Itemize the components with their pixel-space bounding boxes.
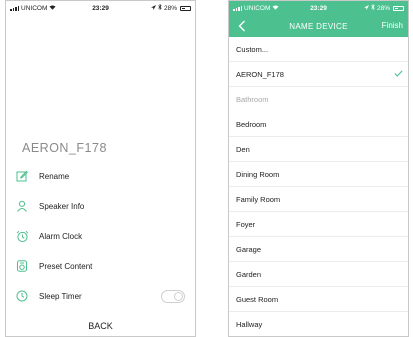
list-item-label: AERON_F178 xyxy=(236,69,284,79)
status-right-group: 28% xyxy=(150,3,191,12)
menu-item-sleep-timer: Sleep Timer xyxy=(6,281,195,311)
location-icon xyxy=(150,4,156,12)
pencil-icon xyxy=(15,169,29,183)
person-icon xyxy=(15,199,29,213)
battery-label: 28% xyxy=(163,4,177,12)
location-icon xyxy=(363,4,369,12)
menu-item-speaker-info[interactable]: Speaker Info xyxy=(6,191,195,221)
name-options-list: Custom... AERON_F178 Bathroom Bedroom De… xyxy=(229,37,408,336)
back-chevron-icon[interactable] xyxy=(235,19,249,33)
device-name-title: AERON_F178 xyxy=(22,141,107,155)
page-title: NAME DEVICE xyxy=(289,21,348,31)
menu-item-label: Speaker Info xyxy=(39,201,85,211)
name-device-screen: UNICOM 23:29 28% NAME DEVICE Finish Cust… xyxy=(228,0,409,337)
signal-icon xyxy=(233,5,242,11)
menu-item-rename[interactable]: Rename xyxy=(6,161,195,191)
menu-item-label: Preset Content xyxy=(39,261,93,271)
menu-item-alarm-clock[interactable]: Alarm Clock xyxy=(6,221,195,251)
alarm-clock-icon xyxy=(15,229,29,243)
list-item-label: Family Room xyxy=(236,194,281,204)
list-item[interactable]: Family Room xyxy=(229,187,408,212)
wifi-icon xyxy=(272,5,279,12)
battery-icon xyxy=(393,5,404,11)
list-item-label: Guest Room xyxy=(236,294,279,304)
sleep-timer-toggle[interactable] xyxy=(161,290,185,303)
list-item-label: Dining Room xyxy=(236,169,280,179)
menu-item-preset-content[interactable]: Preset Content xyxy=(6,251,195,281)
list-item-selected[interactable]: AERON_F178 xyxy=(229,62,408,87)
toggle-knob xyxy=(174,292,183,301)
list-item-label: Garden xyxy=(236,269,262,279)
list-item[interactable]: Dining Room xyxy=(229,162,408,187)
list-item[interactable]: Bedroom xyxy=(229,112,408,137)
list-item[interactable]: Garden xyxy=(229,262,408,287)
list-item[interactable]: Hallway xyxy=(229,312,408,336)
status-carrier-group: UNICOM xyxy=(10,5,56,12)
list-item[interactable]: Garage xyxy=(229,237,408,262)
nav-bar: NAME DEVICE Finish xyxy=(229,15,408,37)
section-header: Bathroom xyxy=(229,87,408,112)
status-bar: UNICOM 23:29 28% xyxy=(229,1,408,15)
list-item-label: Garage xyxy=(236,244,262,254)
clock-icon xyxy=(15,289,29,303)
list-item[interactable]: Guest Room xyxy=(229,287,408,312)
battery-label: 28% xyxy=(376,4,390,12)
list-item-label: Custom... xyxy=(236,44,269,54)
checkmark-icon xyxy=(394,70,403,79)
preset-icon xyxy=(15,259,29,273)
list-item-label: Den xyxy=(236,144,250,154)
menu-item-label: Alarm Clock xyxy=(39,231,83,241)
battery-icon xyxy=(180,5,191,11)
carrier-label: UNICOM xyxy=(21,4,48,12)
back-button[interactable]: BACK xyxy=(6,321,195,331)
list-item-label: Foyer xyxy=(236,219,256,229)
list-item[interactable]: Foyer xyxy=(229,212,408,237)
list-item-label: Hallway xyxy=(236,319,263,329)
signal-icon xyxy=(10,5,19,11)
section-header-label: Bathroom xyxy=(236,95,269,104)
carrier-label: UNICOM xyxy=(244,4,271,12)
list-item[interactable]: Den xyxy=(229,137,408,162)
list-item-label: Bedroom xyxy=(236,119,267,129)
bluetooth-icon xyxy=(371,3,375,12)
wifi-icon xyxy=(49,5,56,12)
status-bar: UNICOM 23:29 28% xyxy=(6,1,195,15)
list-item-custom[interactable]: Custom... xyxy=(229,37,408,62)
bluetooth-icon xyxy=(158,3,162,12)
menu-item-label: Sleep Timer xyxy=(39,291,82,301)
settings-menu: Rename Speaker Info Alarm Clock Preset C… xyxy=(6,161,195,311)
menu-item-label: Rename xyxy=(39,171,70,181)
status-carrier-group: UNICOM xyxy=(233,5,279,12)
device-settings-screen: UNICOM 23:29 28% AERON_F178 Rename Speak… xyxy=(5,0,196,337)
finish-button[interactable]: Finish xyxy=(382,21,403,30)
status-right-group: 28% xyxy=(363,3,404,12)
